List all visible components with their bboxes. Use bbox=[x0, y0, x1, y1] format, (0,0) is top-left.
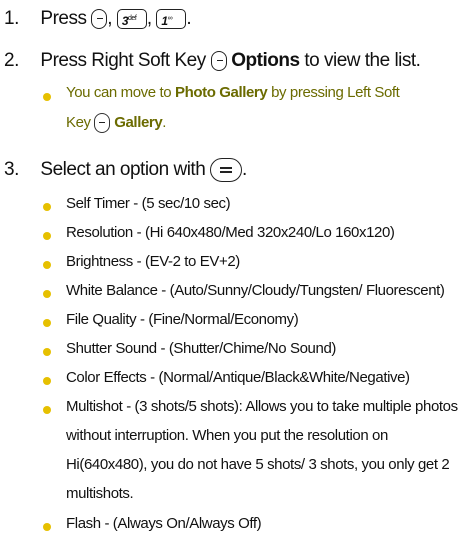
step-2: 2. Press Right Soft Key Options to view … bbox=[4, 50, 421, 72]
bullet-icon bbox=[43, 406, 51, 414]
option-white-balance: White Balance - (Auto/Sunny/Cloudy/Tungs… bbox=[66, 282, 445, 299]
gallery-note-pre: You can move to bbox=[66, 84, 172, 101]
option-file-quality: File Quality - (Fine/Normal/Economy) bbox=[66, 311, 299, 328]
photo-gallery-label: Photo Gallery bbox=[174, 84, 268, 101]
bullet-icon bbox=[43, 93, 51, 101]
option-multishot-line-4: multishots. bbox=[66, 485, 134, 502]
period: . bbox=[162, 113, 167, 131]
option-flash: Flash - (Always On/Always Off) bbox=[66, 515, 262, 532]
option-shutter-sound: Shutter Sound - (Shutter/Chime/No Sound) bbox=[66, 340, 336, 357]
step-3-text: Select an option with bbox=[40, 159, 206, 181]
gallery-note-key: Key bbox=[66, 113, 91, 131]
separator: , bbox=[146, 8, 152, 29]
separator: , bbox=[107, 8, 113, 29]
ok-key-icon bbox=[210, 158, 243, 182]
options-label: Options bbox=[231, 50, 300, 71]
bullet-icon bbox=[43, 377, 51, 385]
gallery-note-mid: by pressing Left Soft bbox=[271, 84, 400, 101]
gallery-label: Gallery bbox=[114, 113, 163, 131]
step-3: 3. Select an option with . bbox=[4, 158, 247, 182]
option-multishot-line-3: Hi(640x480), you do not have 5 shots/ 3 … bbox=[66, 456, 450, 473]
gallery-note-line-2: Key Gallery. bbox=[66, 113, 166, 133]
left-soft-key-icon bbox=[94, 113, 111, 133]
option-multishot-line-1: Multishot - (3 shots/5 shots): Allows yo… bbox=[66, 398, 458, 415]
step-1-text: Press bbox=[40, 8, 87, 29]
option-multishot-line-2: without interruption. When you put the r… bbox=[66, 427, 388, 444]
right-soft-key-icon bbox=[91, 8, 108, 29]
bullet-icon bbox=[43, 290, 51, 298]
bullet-icon bbox=[43, 203, 51, 211]
period: . bbox=[242, 159, 247, 181]
step-1: 1. Press , 3def, 1∞. bbox=[4, 8, 192, 30]
bullet-icon bbox=[43, 319, 51, 327]
option-resolution: Resolution - (Hi 640x480/Med 320x240/Lo … bbox=[66, 224, 395, 241]
manual-page: 1. Press , 3def, 1∞. 2. Press Right Soft… bbox=[0, 0, 476, 545]
option-self-timer: Self Timer - (5 sec/10 sec) bbox=[66, 195, 231, 212]
key-1-sublabel: ∞ bbox=[167, 14, 173, 22]
key-3-sublabel: def bbox=[128, 14, 137, 22]
bullet-icon bbox=[43, 232, 51, 240]
right-soft-key-icon bbox=[210, 50, 227, 71]
key-3-icon: 3def bbox=[116, 8, 147, 29]
bullet-icon bbox=[43, 261, 51, 269]
option-color-effects: Color Effects - (Normal/Antique/Black&Wh… bbox=[66, 369, 410, 386]
step-2-pre: Press Right Soft Key bbox=[40, 50, 206, 71]
gallery-note-line-1: You can move to Photo Gallery by pressin… bbox=[66, 84, 400, 101]
step-2-number: 2. bbox=[4, 50, 19, 71]
step-3-number: 3. bbox=[4, 159, 19, 181]
step-2-post: to view the list. bbox=[304, 50, 421, 71]
bullet-icon bbox=[43, 348, 51, 356]
step-1-number: 1. bbox=[4, 8, 19, 29]
period: . bbox=[186, 8, 192, 29]
bullet-icon bbox=[43, 523, 51, 531]
option-brightness: Brightness - (EV-2 to EV+2) bbox=[66, 253, 240, 270]
key-1-icon: 1∞ bbox=[156, 8, 187, 29]
